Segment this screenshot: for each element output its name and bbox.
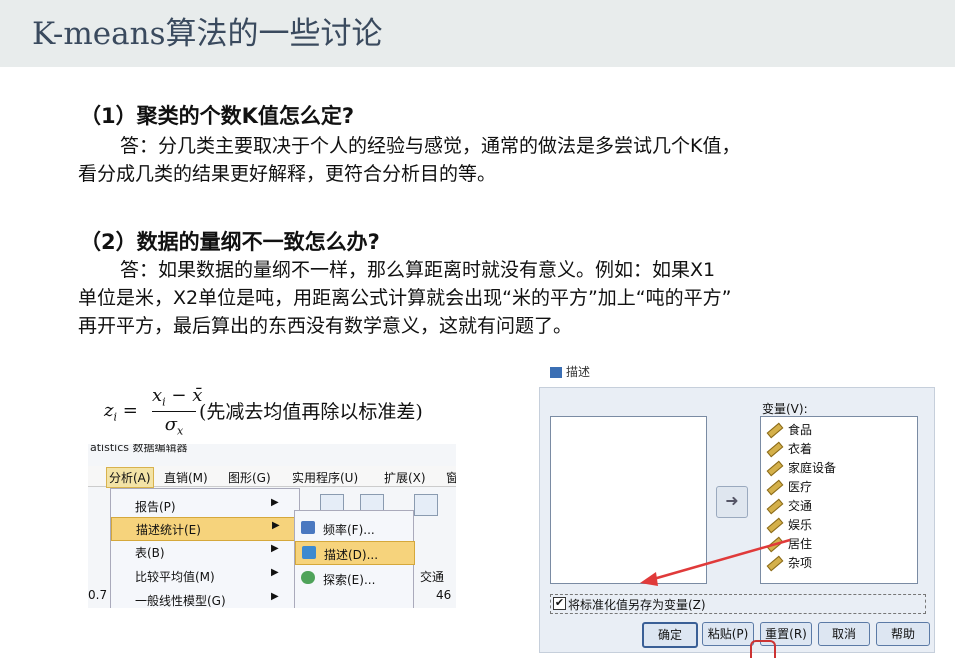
scale-variable-icon xyxy=(766,536,784,553)
grid-left-value-cell: 0.7 xyxy=(88,588,108,602)
menu-item-general-linear-model[interactable]: 一般线性模型(G) ▶ xyxy=(111,589,299,608)
answer-2-line-1: 答：如果数据的量纲不一样，那么算距离时就没有意义。例如：如果X1 xyxy=(78,256,928,284)
answer-1-line-2: 看分成几类的结果更好解释，更符合分析目的等。 xyxy=(78,163,497,185)
menu-window[interactable]: 窗 xyxy=(446,469,456,486)
slide-title-bar: K-means算法的一些讨论 xyxy=(0,0,955,67)
help-button[interactable]: 帮助 xyxy=(876,622,930,646)
cancel-button[interactable]: 取消 xyxy=(818,622,870,646)
variable-item[interactable]: 医疗 xyxy=(766,478,812,496)
paste-button[interactable]: 粘贴(P) xyxy=(702,622,754,646)
analyze-dropdown: 报告(P) ▶ 描述统计(E) ▶ 表(B) ▶ 比较平均值(M) ▶ 一般线性模型(G… xyxy=(110,488,301,608)
standardization-formula: zi = xi − x̄ σx (先减去均值再除以标准差) xyxy=(104,385,504,441)
answer-2-line-2: 单位是米，X2单位是吨，用距离公式计算就会出现“米的平方”加上“吨的平方” xyxy=(78,287,732,309)
checkbox-label: 将标准化值另存为变量(Z) xyxy=(568,598,706,612)
question-2-answer: 答：如果数据的量纲不一样，那么算距离时就没有意义。例如：如果X1 单位是米，X2… xyxy=(78,256,928,340)
variable-item[interactable]: 家庭设备 xyxy=(766,459,836,477)
explore-icon xyxy=(301,571,315,584)
scale-variable-icon xyxy=(766,555,784,572)
menu-item-descriptives[interactable]: 描述(D)... xyxy=(295,541,415,565)
submenu-arrow-icon: ▶ xyxy=(272,520,280,531)
grid-header-cell: 交通 xyxy=(420,570,445,584)
descriptives-icon xyxy=(302,546,316,559)
submenu-arrow-icon: ▶ xyxy=(271,497,279,508)
dialog-icon xyxy=(550,367,562,378)
submenu-arrow-icon: ▶ xyxy=(271,567,279,578)
menu-item-reports[interactable]: 报告(P) ▶ xyxy=(111,495,299,517)
variables-label: 变量(V): xyxy=(762,402,808,416)
variable-item[interactable]: 居住 xyxy=(766,535,812,553)
arrow-right-icon: ➜ xyxy=(725,491,739,510)
menu-direct-marketing[interactable]: 直销(M) xyxy=(164,469,208,486)
scale-variable-icon xyxy=(766,517,784,534)
question-1-heading: （1）聚类的个数K值怎么定? xyxy=(80,104,355,128)
formula-note: (先减去均值再除以标准差) xyxy=(199,401,423,423)
menu-item-explore[interactable]: 探索(E)... xyxy=(295,567,413,589)
scale-variable-icon xyxy=(766,498,784,515)
menu-graphs[interactable]: 图形(G) xyxy=(228,469,271,486)
move-variable-button[interactable]: ➜ xyxy=(716,486,748,518)
scale-variable-icon xyxy=(766,479,784,496)
formula-denominator: σx xyxy=(164,413,184,438)
menu-utilities[interactable]: 实用程序(U) xyxy=(292,469,358,486)
scale-variable-icon xyxy=(766,422,784,439)
descriptive-statistics-submenu: 频率(F)... 描述(D)... 探索(E)... xyxy=(294,510,415,608)
menu-item-compare-means[interactable]: 比较平均值(M) ▶ xyxy=(111,565,299,587)
window-caption: atistics 数据编辑器 xyxy=(90,444,188,454)
variable-item[interactable]: 衣着 xyxy=(766,440,812,458)
formula-fraction: xi − x̄ σx xyxy=(152,385,202,438)
variable-item[interactable]: 娱乐 xyxy=(766,516,812,534)
answer-1-line-1: 答：分几类主要取决于个人的经验与感觉，通常的做法是多尝试几个K值， xyxy=(78,132,928,160)
save-standardized-checkbox[interactable]: ✔ 将标准化值另存为变量(Z) xyxy=(550,594,926,614)
menu-extensions[interactable]: 扩展(X) xyxy=(384,469,426,486)
scale-variable-icon xyxy=(766,460,784,477)
spss-menu-screenshot: atistics 数据编辑器 分析(A) 直销(M) 图形(G) 实用程序(U)… xyxy=(88,444,456,608)
descriptives-dialog: ➜ 变量(V): 食品 衣着 家庭设备 医疗 交通 娱乐 居住 杂项 ✔ 将标准… xyxy=(539,387,935,653)
formula-lhs: zi = xyxy=(104,400,138,424)
dialog-title: 描述 xyxy=(550,363,590,380)
answer-2-line-3: 再开平方，最后算出的东西没有数学意义，这就有问题了。 xyxy=(78,315,573,337)
frequencies-icon xyxy=(301,521,315,534)
menu-analyze[interactable]: 分析(A) xyxy=(106,467,154,488)
grid-value-cell: 46 xyxy=(436,588,452,602)
scale-variable-icon xyxy=(766,441,784,458)
question-2-heading: （2）数据的量纲不一致怎么办? xyxy=(80,230,380,254)
menu-item-frequencies[interactable]: 频率(F)... xyxy=(295,517,413,539)
answer-1-line-1-text: 答：分几类主要取决于个人的经验与感觉，通常的做法是多尝试几个K值， xyxy=(120,135,741,157)
formula-numerator: xi − x̄ xyxy=(152,385,202,412)
slide-title: K-means算法的一些讨论 xyxy=(32,16,383,52)
submenu-arrow-icon: ▶ xyxy=(271,543,279,554)
variable-item[interactable]: 交通 xyxy=(766,497,812,515)
menu-item-tables[interactable]: 表(B) ▶ xyxy=(111,541,299,563)
menu-item-descriptive-statistics[interactable]: 描述统计(E) ▶ xyxy=(111,517,301,541)
variable-item[interactable]: 食品 xyxy=(766,421,812,439)
ok-button[interactable]: 确定 xyxy=(642,622,698,648)
toolbar-grid-icon[interactable] xyxy=(414,494,438,516)
menubar: 分析(A) 直销(M) 图形(G) 实用程序(U) 扩展(X) 窗 xyxy=(88,466,456,488)
question-1-answer: 答：分几类主要取决于个人的经验与感觉，通常的做法是多尝试几个K值， 看分成几类的… xyxy=(78,132,928,188)
source-variable-list[interactable] xyxy=(550,416,707,584)
variable-item[interactable]: 杂项 xyxy=(766,554,812,572)
checkbox-box[interactable]: ✔ xyxy=(553,597,566,610)
annotation-bracket xyxy=(750,640,776,658)
answer-2-line-1-text: 答：如果数据的量纲不一样，那么算距离时就没有意义。例如：如果X1 xyxy=(120,259,716,281)
submenu-arrow-icon: ▶ xyxy=(271,591,279,602)
selected-variable-list[interactable]: 食品 衣着 家庭设备 医疗 交通 娱乐 居住 杂项 xyxy=(760,416,918,584)
